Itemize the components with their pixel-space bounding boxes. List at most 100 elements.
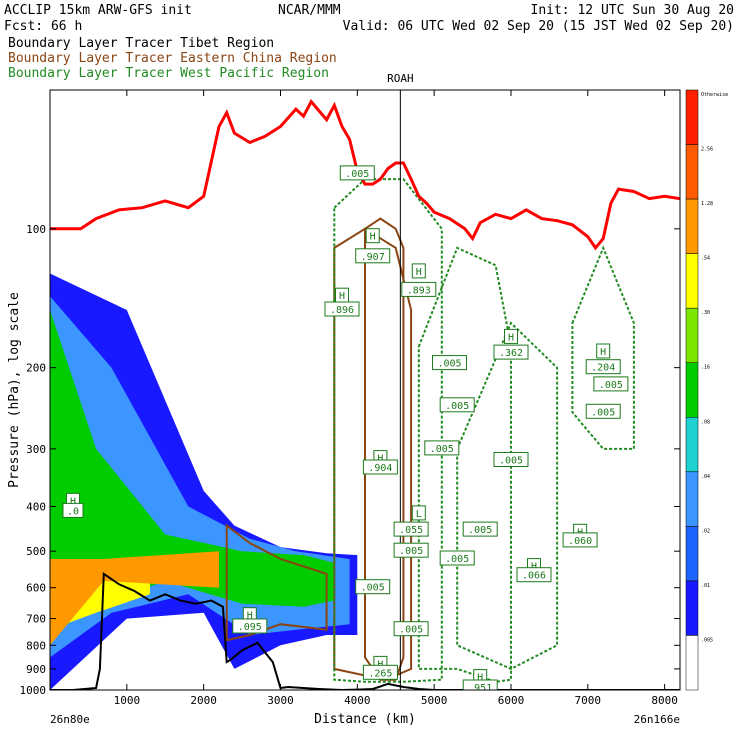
svg-text:.005: .005 (437, 359, 461, 370)
contour-label: .893 (401, 281, 437, 297)
y-tick-label: 100 (26, 223, 46, 236)
svg-text:.907: .907 (361, 252, 385, 263)
colorbar-label: .54 (701, 256, 710, 262)
contour-label: H (504, 328, 518, 344)
colorbar-swatch (685, 580, 699, 636)
x-tick-label: 4000 (344, 694, 371, 707)
svg-text:H: H (600, 347, 606, 358)
x-tick-label: 2000 (190, 694, 217, 707)
svg-text:.005: .005 (445, 554, 469, 565)
y-tick-label: 300 (26, 443, 46, 456)
x-tick-label: 7000 (575, 694, 602, 707)
colorbar-label: .08 (701, 419, 710, 425)
contour-label: .066 (516, 567, 552, 583)
contour-label: .005 (593, 376, 629, 392)
colorbar-swatch (685, 362, 699, 418)
y-tick-label: 1000 (20, 684, 47, 697)
contour-label: .005 (493, 452, 529, 467)
plot-area: .005 H .907 H .893 H .896 H .362 H .204 .005 .005 .00… (50, 90, 680, 694)
colorbar-swatch (685, 253, 699, 309)
contour-label: .265 (362, 664, 398, 680)
svg-text:.362: .362 (499, 348, 523, 359)
contour-label: .896 (324, 301, 360, 317)
svg-text:.055: .055 (399, 525, 423, 536)
header-valid: Valid: 06 UTC Wed 02 Sep 20 (15 JST Wed … (343, 19, 734, 34)
colorbar-label: .16 (701, 365, 710, 371)
svg-text:H: H (339, 291, 345, 302)
svg-text:.005: .005 (591, 407, 615, 418)
contour-label: .060 (562, 532, 598, 548)
colorbar-swatch (685, 307, 699, 363)
contour-label: .005 (432, 355, 467, 371)
svg-text:.896: .896 (330, 305, 354, 316)
header-init: Init: 12 UTC Sun 30 Aug 20 (531, 3, 735, 18)
contour-label: L (411, 505, 426, 521)
contour-label: .095 (232, 618, 268, 634)
legend-west-pacific: Boundary Layer Tracer West Pacific Regio… (8, 66, 329, 81)
contour-label: .005 (339, 165, 375, 181)
y-tick-label: 900 (26, 663, 46, 676)
svg-text:.893: .893 (407, 285, 431, 296)
colorbar-label: .01 (701, 583, 710, 589)
y-axis-label: Pressure (hPa), log scale (7, 292, 22, 488)
y-tick-label: 800 (26, 639, 46, 652)
svg-text:.095: .095 (238, 622, 262, 633)
contour-label: .055 (393, 521, 429, 537)
x-tick-label: 6000 (498, 694, 525, 707)
header-center: NCAR/MMM (278, 3, 341, 18)
svg-text:.005: .005 (399, 625, 423, 636)
svg-text:.060: .060 (568, 536, 592, 547)
contour-label: .005 (393, 621, 429, 637)
svg-text:.904: .904 (368, 463, 392, 474)
y-tick-label: 500 (26, 545, 46, 558)
contour-label: .005 (355, 579, 391, 595)
contour-label: .005 (462, 521, 498, 537)
contour-label: H (335, 287, 349, 303)
y-tick-label: 200 (26, 362, 46, 375)
contour-label: .904 (362, 459, 398, 475)
svg-text:.005: .005 (361, 583, 385, 594)
contour-label: .362 (493, 344, 529, 360)
colorbar-swatch (685, 89, 699, 145)
colorbar-label: 2.56 (701, 147, 713, 153)
svg-text:H: H (508, 332, 514, 343)
contour-label: H (365, 228, 380, 244)
pacific-tracer-contour (456, 321, 559, 671)
svg-text:.005: .005 (430, 444, 454, 455)
svg-text:.005: .005 (499, 456, 523, 467)
svg-text:L: L (416, 509, 422, 520)
colorbar-swatch (685, 526, 699, 582)
colorbar-label: .04 (701, 474, 710, 480)
colorbar-swatch (685, 417, 699, 473)
svg-text:.005: .005 (468, 525, 492, 536)
roah-label: ROAH (387, 72, 414, 85)
colorbar-swatch (685, 635, 699, 691)
svg-text:H: H (370, 232, 376, 243)
svg-text:.005: .005 (399, 546, 423, 557)
svg-text:.005: .005 (445, 401, 469, 412)
x-axis-label: Distance (km) (314, 712, 416, 727)
colorbar-swatch (685, 198, 699, 254)
legend-eastern-china: Boundary Layer Tracer Eastern China Regi… (8, 51, 337, 66)
colorbar-label: 1.28 (701, 201, 713, 207)
svg-text:H: H (416, 267, 422, 278)
contour-label: .005 (424, 440, 460, 456)
contour-label: .907 (355, 248, 391, 264)
contour-label: .005 (439, 397, 475, 413)
y-tick-label: 400 (26, 500, 46, 513)
svg-text:.951: .951 (468, 683, 492, 694)
y-tick-label: 700 (26, 613, 46, 626)
contour-label: .0 (62, 502, 84, 518)
x-tick-label: 8000 (651, 694, 678, 707)
contour-label: H (596, 343, 611, 359)
contour-label: H (411, 263, 426, 279)
svg-text:.0: .0 (67, 506, 79, 517)
contour-label: .005 (393, 542, 429, 558)
colorbar-swatch (685, 471, 699, 527)
colorbar: Otherwise 2.56 1.28 .54 .30 .16 .08 .04 .02 .01 .0… (685, 89, 728, 691)
svg-text:.204: .204 (591, 363, 615, 374)
colorbar-label: .30 (701, 310, 710, 316)
right-endpoint-label: 26n166e (634, 713, 680, 726)
colorbar-swatch (685, 144, 699, 200)
colorbar-label: Otherwise (701, 92, 728, 98)
